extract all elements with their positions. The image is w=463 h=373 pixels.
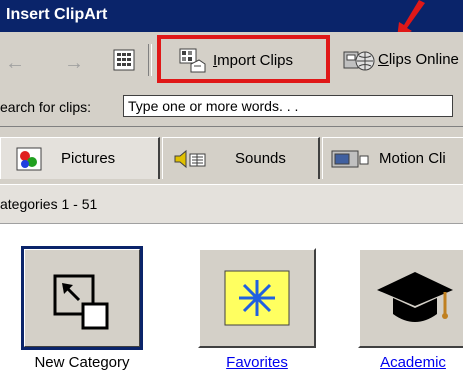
graduation-cap-icon	[377, 272, 453, 322]
tab-pictures[interactable]: Pictures	[0, 137, 160, 179]
new-category-label: New Category	[34, 354, 130, 371]
new-category-tile[interactable]	[21, 246, 143, 350]
categories-header: ategories 1 - 51	[0, 184, 463, 224]
academic-tile[interactable]	[358, 248, 463, 348]
favorites-link[interactable]: Favorites	[187, 354, 327, 371]
import-clips-button[interactable]: Import Clips	[157, 35, 330, 83]
favorites-tile[interactable]	[198, 248, 316, 348]
back-arrow-icon[interactable]: ←	[5, 52, 25, 75]
tab-sounds[interactable]: Sounds	[162, 137, 320, 179]
tab-strip: Pictures Sounds Motion Cli	[0, 127, 463, 184]
academic-link[interactable]: Academic	[343, 354, 463, 371]
pictures-icon	[16, 147, 42, 171]
search-label: earch for clips:	[0, 99, 92, 115]
motion-clips-icon	[331, 150, 369, 168]
import-clips-label: Import Clips	[213, 52, 294, 69]
import-clips-icon	[179, 48, 206, 73]
search-input[interactable]	[123, 95, 453, 117]
window-title: Insert ClipArt	[6, 6, 108, 23]
search-bar: earch for clips:	[0, 90, 463, 127]
favorites-star-icon	[224, 270, 290, 326]
title-bar: Insert ClipArt	[0, 0, 463, 32]
new-category-icon	[53, 274, 109, 330]
clips-online-label: Clips Online	[378, 51, 459, 68]
tab-pictures-label: Pictures	[61, 150, 116, 167]
sounds-icon	[174, 149, 206, 169]
tab-sounds-label: Sounds	[235, 150, 286, 167]
categories-count: ategories 1 - 51	[0, 196, 98, 212]
clips-online-icon	[343, 51, 375, 71]
grid-view-icon[interactable]	[113, 49, 135, 71]
forward-arrow-icon[interactable]: →	[64, 52, 84, 75]
toolbar-separator	[148, 44, 152, 76]
tab-motion-clips[interactable]: Motion Cli	[322, 137, 463, 179]
tab-motion-clips-label: Motion Cli	[379, 150, 446, 167]
